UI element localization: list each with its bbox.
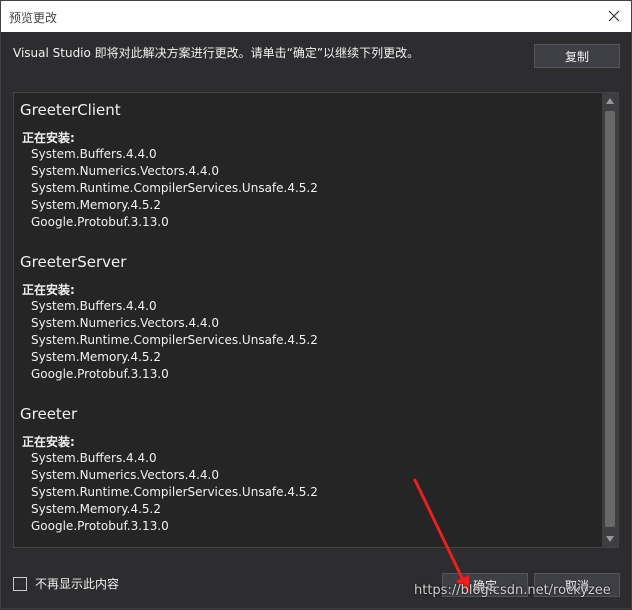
package-item: System.Numerics.Vectors.4.4.0: [31, 164, 219, 178]
copy-button[interactable]: 复制: [534, 44, 620, 68]
footer-options: 不再显示此内容: [13, 575, 119, 592]
dont-show-again-label: 不再显示此内容: [35, 577, 120, 591]
changes-panel: GreeterClient 正在安装: System.Buffers.4.4.0…: [13, 92, 619, 548]
package-item: System.Numerics.Vectors.4.4.0: [31, 468, 219, 482]
package-item: System.Memory.4.5.2: [31, 350, 162, 364]
close-button[interactable]: [603, 5, 625, 27]
package-item: System.Runtime.CompilerServices.Unsafe.4…: [31, 485, 318, 499]
title-bar: 预览更改: [1, 1, 631, 32]
project-name: Greeter: [20, 405, 78, 423]
preview-changes-dialog: 预览更改 Visual Studio 即将对此解决方案进行更改。请单击“确定”以…: [0, 0, 632, 609]
scrollbar-thumb[interactable]: [605, 111, 615, 527]
intro-text: Visual Studio 即将对此解决方案进行更改。请单击“确定”以继续下列更…: [13, 46, 420, 60]
package-item: System.Numerics.Vectors.4.4.0: [31, 316, 219, 330]
project-name: GreeterClient: [20, 101, 121, 119]
dialog-title: 预览更改: [9, 11, 58, 25]
package-item: System.Buffers.4.4.0: [31, 451, 157, 465]
scroll-up-button[interactable]: [602, 93, 618, 109]
package-item: System.Runtime.CompilerServices.Unsafe.4…: [31, 181, 318, 195]
project-name: GreeterServer: [20, 253, 127, 271]
changes-list: GreeterClient 正在安装: System.Buffers.4.4.0…: [20, 93, 598, 535]
section-label: 正在安装:: [22, 131, 75, 145]
watermark-text: https://blog.csdn.net/rockyzee: [414, 583, 611, 598]
package-item: System.Runtime.CompilerServices.Unsafe.4…: [31, 333, 318, 347]
scroll-down-button[interactable]: [602, 531, 618, 547]
triangle-up-icon: [606, 98, 614, 104]
section-label: 正在安装:: [22, 435, 75, 449]
package-item: Google.Protobuf.3.13.0: [31, 519, 169, 533]
package-item: Google.Protobuf.3.13.0: [31, 215, 169, 229]
package-item: System.Buffers.4.4.0: [31, 299, 157, 313]
package-item: Google.Protobuf.3.13.0: [31, 367, 169, 381]
package-item: System.Memory.4.5.2: [31, 198, 162, 212]
triangle-down-icon: [606, 536, 614, 542]
vertical-scrollbar[interactable]: [602, 93, 618, 547]
section-label: 正在安装:: [22, 283, 75, 297]
package-item: System.Buffers.4.4.0: [31, 147, 157, 161]
dont-show-again-checkbox[interactable]: [13, 576, 27, 591]
package-item: System.Memory.4.5.2: [31, 502, 162, 516]
close-icon: [608, 10, 620, 22]
